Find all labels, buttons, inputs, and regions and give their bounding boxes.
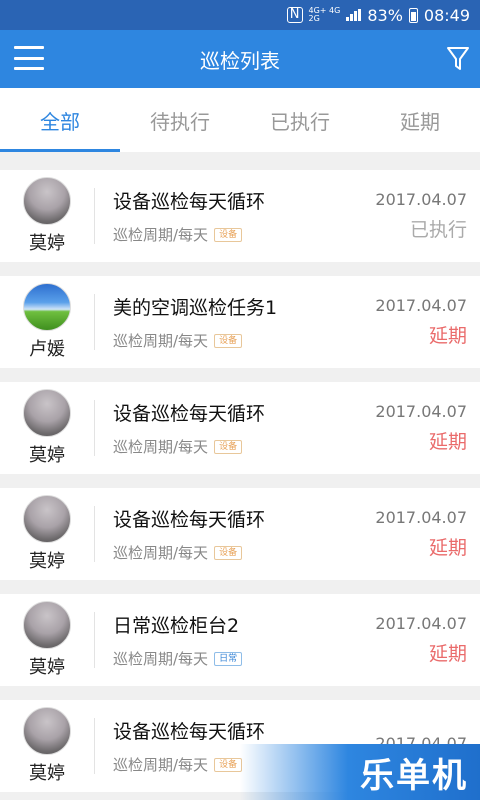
task-date: 2017.04.07 bbox=[375, 190, 467, 209]
author-name: 莫婷 bbox=[29, 763, 65, 784]
task-tag: 日常 bbox=[214, 651, 243, 666]
task-tag: 设备 bbox=[214, 333, 243, 348]
divider bbox=[94, 188, 95, 244]
task-date: 2017.04.07 bbox=[375, 508, 467, 527]
tab-all[interactable]: 全部 bbox=[0, 88, 120, 152]
divider bbox=[94, 400, 95, 456]
author-name: 莫婷 bbox=[29, 445, 65, 466]
filter-icon[interactable] bbox=[446, 46, 470, 72]
list-item[interactable]: 莫婷 设备巡检每天循环 巡检周期/每天 设备 2017.04.07 延期 bbox=[0, 382, 480, 474]
task-tag: 设备 bbox=[214, 439, 243, 454]
avatar bbox=[23, 283, 71, 331]
tab-bar: 全部 待执行 已执行 延期 bbox=[0, 88, 480, 152]
task-list: 莫婷 设备巡检每天循环 巡检周期/每天 设备 2017.04.07 已执行 卢媛… bbox=[0, 152, 480, 792]
divider bbox=[94, 718, 95, 774]
status-label: 延期 bbox=[428, 537, 467, 559]
task-tag: 设备 bbox=[214, 545, 243, 560]
avatar bbox=[23, 177, 71, 225]
author-name: 莫婷 bbox=[29, 657, 65, 678]
author-name: 莫婷 bbox=[29, 233, 65, 254]
status-label: 延期 bbox=[428, 643, 467, 665]
author-name: 莫婷 bbox=[29, 551, 65, 572]
battery-icon bbox=[408, 7, 418, 23]
task-period: 巡检周期/每天 bbox=[113, 544, 209, 562]
clock: 08:49 bbox=[423, 5, 470, 25]
list-item[interactable]: 莫婷 设备巡检每天循环 巡检周期/每天 设备 2017.04.07 延期 bbox=[0, 488, 480, 580]
tab-delayed[interactable]: 延期 bbox=[360, 88, 480, 152]
task-date: 2017.04.07 bbox=[375, 614, 467, 633]
task-period: 巡检周期/每天 bbox=[113, 756, 209, 774]
menu-icon[interactable] bbox=[14, 46, 44, 70]
network-type-bottom: 2G bbox=[308, 14, 320, 23]
list-item[interactable]: 卢媛 美的空调巡检任务1 巡检周期/每天 设备 2017.04.07 延期 bbox=[0, 276, 480, 368]
battery-percent: 83% bbox=[367, 5, 403, 25]
status-bar: N 4G+ 4G 2G 83% 08:49 bbox=[0, 0, 480, 30]
status-label: 延期 bbox=[428, 325, 467, 347]
watermark-text: 乐单机 bbox=[360, 755, 468, 796]
task-tag: 设备 bbox=[214, 227, 243, 242]
signal-icon bbox=[346, 9, 362, 21]
page-title: 巡检列表 bbox=[200, 48, 280, 73]
task-date: 2017.04.07 bbox=[375, 296, 467, 315]
avatar bbox=[23, 389, 71, 437]
task-period: 巡检周期/每天 bbox=[113, 438, 209, 456]
status-label: 已执行 bbox=[409, 219, 467, 241]
task-period: 巡检周期/每天 bbox=[113, 332, 209, 350]
divider bbox=[94, 612, 95, 668]
status-label: 延期 bbox=[428, 431, 467, 453]
list-item[interactable]: 莫婷 日常巡检柜台2 巡检周期/每天 日常 2017.04.07 延期 bbox=[0, 594, 480, 686]
list-item[interactable]: 莫婷 设备巡检每天循环 巡检周期/每天 设备 2017.04.07 已执行 bbox=[0, 170, 480, 262]
avatar bbox=[23, 707, 71, 755]
task-period: 巡检周期/每天 bbox=[113, 650, 209, 668]
app-bar: 巡检列表 bbox=[0, 30, 480, 88]
author-name: 卢媛 bbox=[29, 339, 65, 360]
avatar bbox=[23, 495, 71, 543]
task-tag: 设备 bbox=[214, 757, 243, 772]
tab-executed[interactable]: 已执行 bbox=[240, 88, 360, 152]
divider bbox=[94, 294, 95, 350]
tab-pending[interactable]: 待执行 bbox=[120, 88, 240, 152]
network-indicator: 4G+ 4G 2G bbox=[309, 7, 341, 23]
watermark-logo: 乐单机 bbox=[240, 744, 480, 800]
avatar bbox=[23, 601, 71, 649]
task-period: 巡检周期/每天 bbox=[113, 226, 209, 244]
divider bbox=[94, 506, 95, 562]
task-date: 2017.04.07 bbox=[375, 402, 467, 421]
nfc-icon: N bbox=[286, 7, 303, 23]
